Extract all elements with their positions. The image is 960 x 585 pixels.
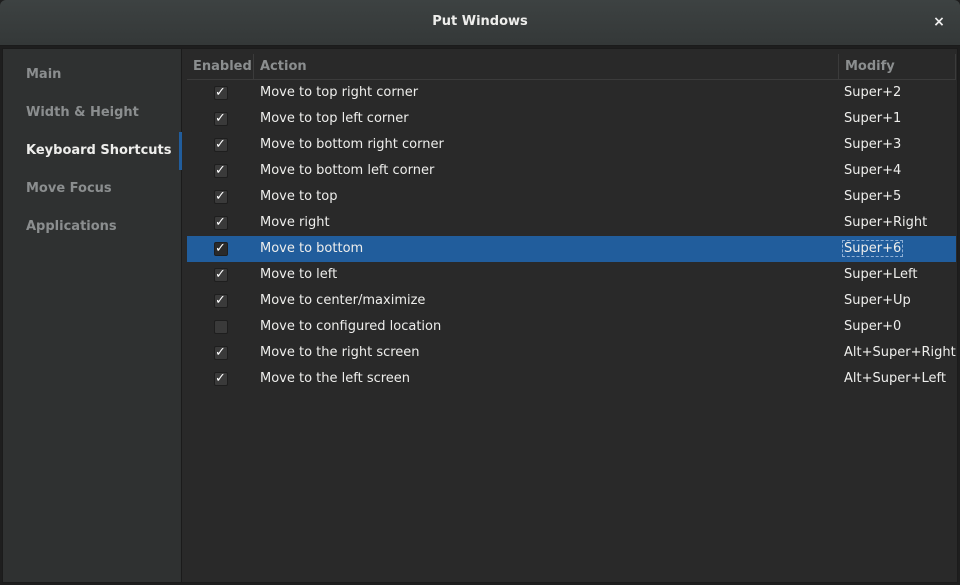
enabled-checkbox[interactable] bbox=[213, 320, 228, 334]
table-row[interactable]: Move to configured location Super+0 bbox=[187, 314, 956, 340]
action-cell: Move to the right screen bbox=[260, 345, 420, 360]
modify-cell[interactable]: Super+6 bbox=[839, 236, 956, 262]
enabled-checkbox[interactable]: ✓ bbox=[213, 294, 228, 308]
modify-cell[interactable]: Alt+Super+Left bbox=[839, 366, 956, 392]
action-cell: Move right bbox=[260, 215, 330, 230]
shortcut-text: Super+Left bbox=[844, 267, 918, 282]
enabled-checkbox[interactable]: ✓ bbox=[213, 216, 228, 230]
enabled-cell: ✓ bbox=[187, 184, 254, 210]
shortcut-text: Alt+Super+Left bbox=[844, 371, 946, 386]
enabled-cell bbox=[187, 314, 254, 340]
table-row[interactable]: ✓ Move right Super+Right bbox=[187, 210, 956, 236]
action-cell: Move to top right corner bbox=[260, 85, 419, 100]
column-header-enabled[interactable]: Enabled bbox=[187, 54, 254, 79]
action-cell: Move to center/maximize bbox=[260, 293, 426, 308]
shortcut-text: Super+5 bbox=[844, 189, 902, 204]
column-header-action[interactable]: Action bbox=[254, 54, 839, 79]
shortcuts-table: Enabled Action Modify ✓ Move to top righ… bbox=[187, 54, 956, 392]
modify-cell[interactable]: Super+4 bbox=[839, 158, 956, 184]
action-cell: Move to left bbox=[260, 267, 338, 282]
enabled-cell: ✓ bbox=[187, 262, 254, 288]
action-cell: Move to configured location bbox=[260, 319, 442, 334]
action-cell: Move to bottom left corner bbox=[260, 163, 435, 178]
shortcut-text: Super+0 bbox=[844, 319, 902, 334]
sidebar-item-move-focus[interactable]: Move Focus bbox=[3, 170, 181, 208]
modify-cell[interactable]: Super+3 bbox=[839, 132, 956, 158]
table-row[interactable]: ✓ Move to the left screen Alt+Super+Left bbox=[187, 366, 956, 392]
enabled-cell: ✓ bbox=[187, 340, 254, 366]
enabled-cell: ✓ bbox=[187, 106, 254, 132]
modify-cell[interactable]: Super+1 bbox=[839, 106, 956, 132]
table-header: Enabled Action Modify bbox=[187, 54, 956, 80]
action-cell: Move to the left screen bbox=[260, 371, 411, 386]
enabled-cell: ✓ bbox=[187, 80, 254, 106]
enabled-checkbox[interactable]: ✓ bbox=[213, 164, 228, 178]
title-bar: Put Windows × bbox=[0, 0, 960, 46]
sidebar: Main Width & Height Keyboard Shortcuts Move… bbox=[3, 49, 182, 582]
modify-cell[interactable]: Super+0 bbox=[839, 314, 956, 340]
enabled-checkbox[interactable]: ✓ bbox=[213, 190, 228, 204]
sidebar-item-main[interactable]: Main bbox=[3, 56, 181, 94]
sidebar-item-applications[interactable]: Applications bbox=[3, 208, 181, 246]
action-cell: Move to bottom bbox=[260, 241, 364, 256]
action-cell: Move to bottom right corner bbox=[260, 137, 444, 152]
shortcut-text: Super+Right bbox=[844, 215, 928, 230]
shortcut-text: Alt+Super+Right bbox=[844, 345, 956, 360]
column-header-modify[interactable]: Modify bbox=[839, 54, 956, 79]
table-row[interactable]: ✓ Move to top left corner Super+1 bbox=[187, 106, 956, 132]
enabled-checkbox[interactable]: ✓ bbox=[213, 112, 228, 126]
modify-cell[interactable]: Alt+Super+Right bbox=[839, 340, 956, 366]
table-row[interactable]: ✓ Move to top Super+5 bbox=[187, 184, 956, 210]
modify-cell[interactable]: Super+Right bbox=[839, 210, 956, 236]
enabled-checkbox[interactable]: ✓ bbox=[213, 138, 228, 152]
enabled-checkbox[interactable]: ✓ bbox=[213, 242, 228, 256]
enabled-cell: ✓ bbox=[187, 236, 254, 262]
shortcut-text: Super+2 bbox=[844, 85, 902, 100]
close-icon[interactable]: × bbox=[930, 13, 948, 31]
action-cell: Move to top left corner bbox=[260, 111, 409, 126]
shortcut-text: Super+4 bbox=[844, 163, 902, 178]
enabled-cell: ✓ bbox=[187, 210, 254, 236]
table-row[interactable]: ✓ Move to left Super+Left bbox=[187, 262, 956, 288]
table-row[interactable]: ✓ Move to the right screen Alt+Super+Rig… bbox=[187, 340, 956, 366]
modify-cell[interactable]: Super+Left bbox=[839, 262, 956, 288]
window-body: Main Width & Height Keyboard Shortcuts Move… bbox=[2, 48, 958, 583]
table-row[interactable]: ✓ Move to bottom left corner Super+4 bbox=[187, 158, 956, 184]
enabled-cell: ✓ bbox=[187, 158, 254, 184]
enabled-cell: ✓ bbox=[187, 366, 254, 392]
table-row[interactable]: ✓ Move to top right corner Super+2 bbox=[187, 80, 956, 106]
modify-cell[interactable]: Super+2 bbox=[839, 80, 956, 106]
window-title: Put Windows bbox=[432, 14, 528, 29]
shortcut-text: Super+6 bbox=[841, 240, 904, 257]
shortcut-text: Super+Up bbox=[844, 293, 911, 308]
table-row[interactable]: ✓ Move to center/maximize Super+Up bbox=[187, 288, 956, 314]
enabled-checkbox[interactable]: ✓ bbox=[213, 346, 228, 360]
enabled-cell: ✓ bbox=[187, 132, 254, 158]
sidebar-item-keyboard-shortcuts[interactable]: Keyboard Shortcuts bbox=[3, 132, 182, 170]
modify-cell[interactable]: Super+Up bbox=[839, 288, 956, 314]
shortcut-text: Super+3 bbox=[844, 137, 902, 152]
enabled-checkbox[interactable]: ✓ bbox=[213, 372, 228, 386]
table-row[interactable]: ✓ Move to bottom Super+6 bbox=[187, 236, 956, 262]
enabled-checkbox[interactable]: ✓ bbox=[213, 86, 228, 100]
action-cell: Move to top bbox=[260, 189, 338, 204]
modify-cell[interactable]: Super+5 bbox=[839, 184, 956, 210]
sidebar-item-width-height[interactable]: Width & Height bbox=[3, 94, 181, 132]
table-row[interactable]: ✓ Move to bottom right corner Super+3 bbox=[187, 132, 956, 158]
enabled-cell: ✓ bbox=[187, 288, 254, 314]
shortcut-text: Super+1 bbox=[844, 111, 902, 126]
enabled-checkbox[interactable]: ✓ bbox=[213, 268, 228, 282]
